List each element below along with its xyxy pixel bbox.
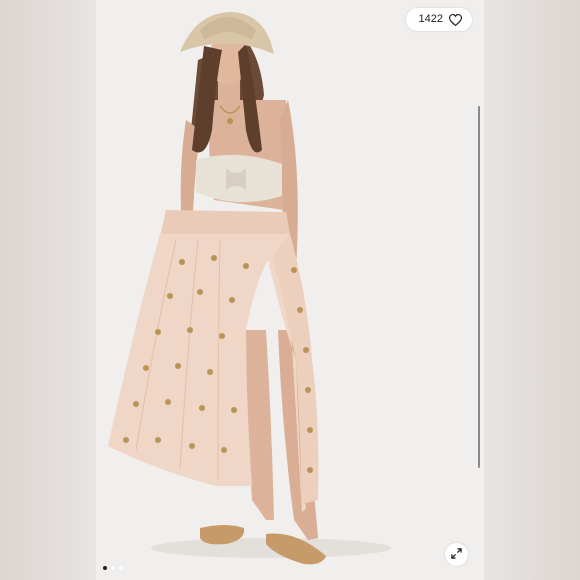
carousel-dot-2[interactable] xyxy=(111,566,115,570)
blurred-side-left xyxy=(0,0,96,580)
carousel-dots xyxy=(103,566,123,570)
like-count: 1422 xyxy=(418,13,443,25)
heart-icon xyxy=(448,13,463,26)
carousel-dot-3[interactable] xyxy=(119,566,123,570)
scrollbar[interactable] xyxy=(478,106,480,468)
image-viewer: 1422 xyxy=(0,0,580,580)
like-button[interactable]: 1422 xyxy=(405,8,472,31)
expand-button[interactable] xyxy=(445,543,468,566)
product-photo xyxy=(96,0,484,580)
blurred-side-right xyxy=(484,0,580,580)
expand-icon xyxy=(451,546,462,564)
carousel-dot-1[interactable] xyxy=(103,566,107,570)
model-illustration xyxy=(108,12,391,565)
